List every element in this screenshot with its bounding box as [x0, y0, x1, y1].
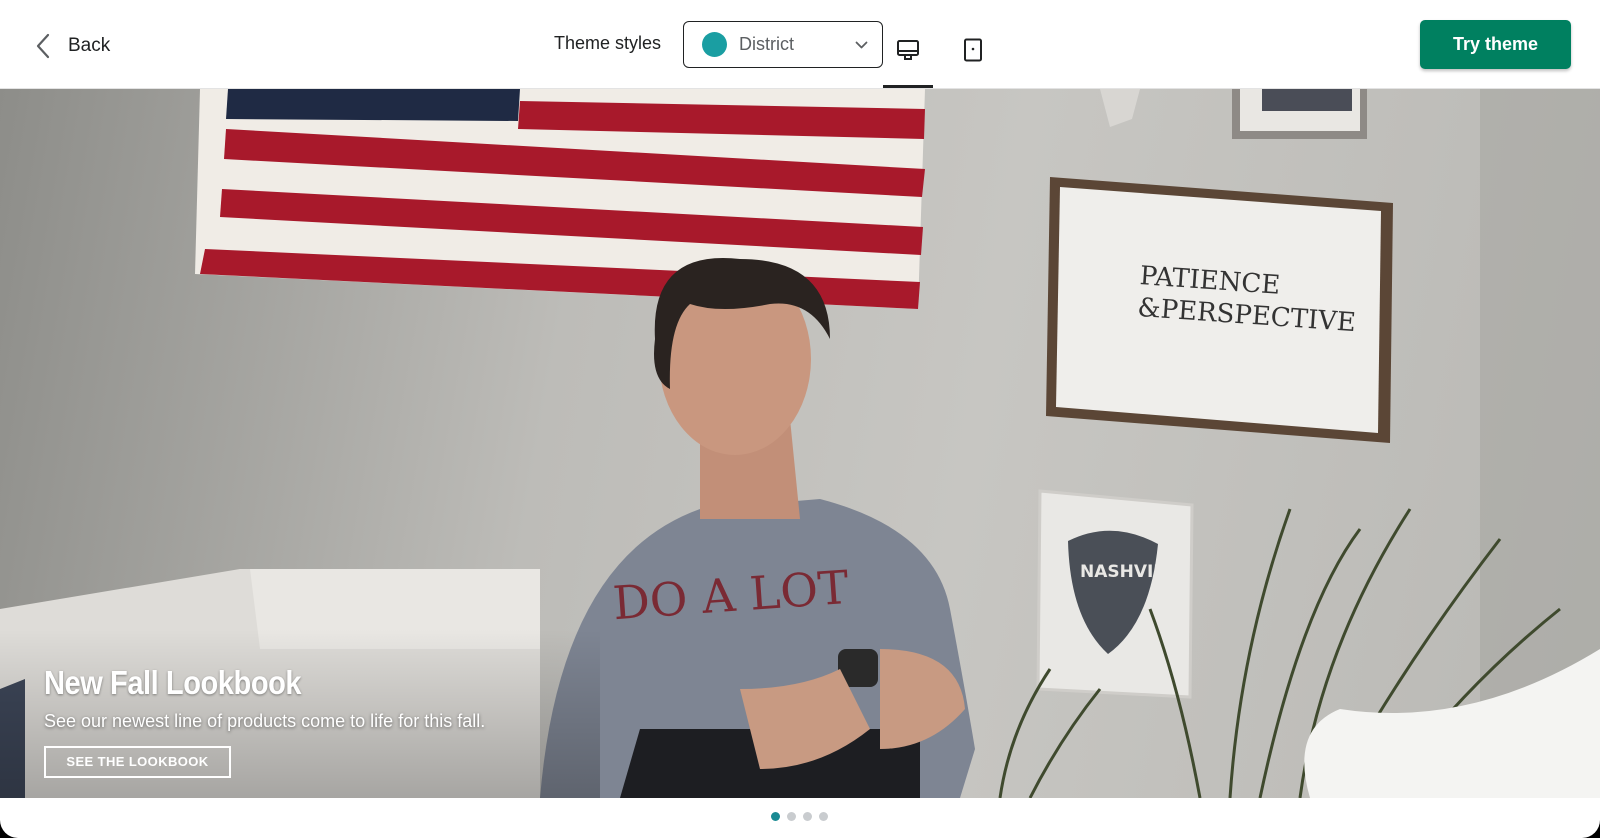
desktop-view-button[interactable]	[883, 26, 933, 88]
mobile-icon	[961, 38, 985, 88]
hero-caption: New Fall Lookbook See our newest line of…	[44, 664, 485, 778]
try-theme-button[interactable]: Try theme	[1420, 20, 1571, 69]
selected-style-value: District	[739, 34, 794, 54]
theme-style-select[interactable]: District	[683, 21, 883, 68]
see-lookbook-button[interactable]: SEE THE LOOKBOOK	[44, 746, 231, 778]
svg-text:NASHVILLE: NASHVILLE	[1080, 562, 1187, 582]
back-button[interactable]: Back	[36, 30, 110, 62]
slide-dot-4[interactable]	[819, 812, 828, 821]
mobile-view-button[interactable]	[948, 26, 998, 88]
style-color-swatch	[702, 32, 727, 57]
hero-slide: PATIENCE &PERSPECTIVE NASHVILLE DO A LOT…	[0, 89, 1600, 798]
hero-subtitle: See our newest line of products come to …	[44, 711, 486, 731]
hero-title: New Fall Lookbook	[44, 664, 302, 701]
chevron-down-icon	[855, 41, 868, 49]
preview-toolbar: Back Theme styles District Try theme	[0, 0, 1600, 89]
theme-styles-label: Theme styles	[554, 33, 662, 53]
chevron-left-icon	[36, 33, 50, 59]
model-figure: DO A LOT	[540, 258, 975, 798]
theme-preview-window: Back Theme styles District Try theme PAT…	[0, 0, 1600, 838]
slideshow-pagination	[771, 812, 828, 821]
slide-dot-1[interactable]	[771, 812, 780, 821]
slide-dot-3[interactable]	[803, 812, 812, 821]
back-label: Back	[68, 35, 111, 56]
flag-image	[195, 89, 925, 309]
desktop-icon	[896, 38, 920, 88]
patience-perspective-frame: PATIENCE &PERSPECTIVE	[1046, 177, 1393, 443]
slide-dot-2[interactable]	[787, 812, 796, 821]
